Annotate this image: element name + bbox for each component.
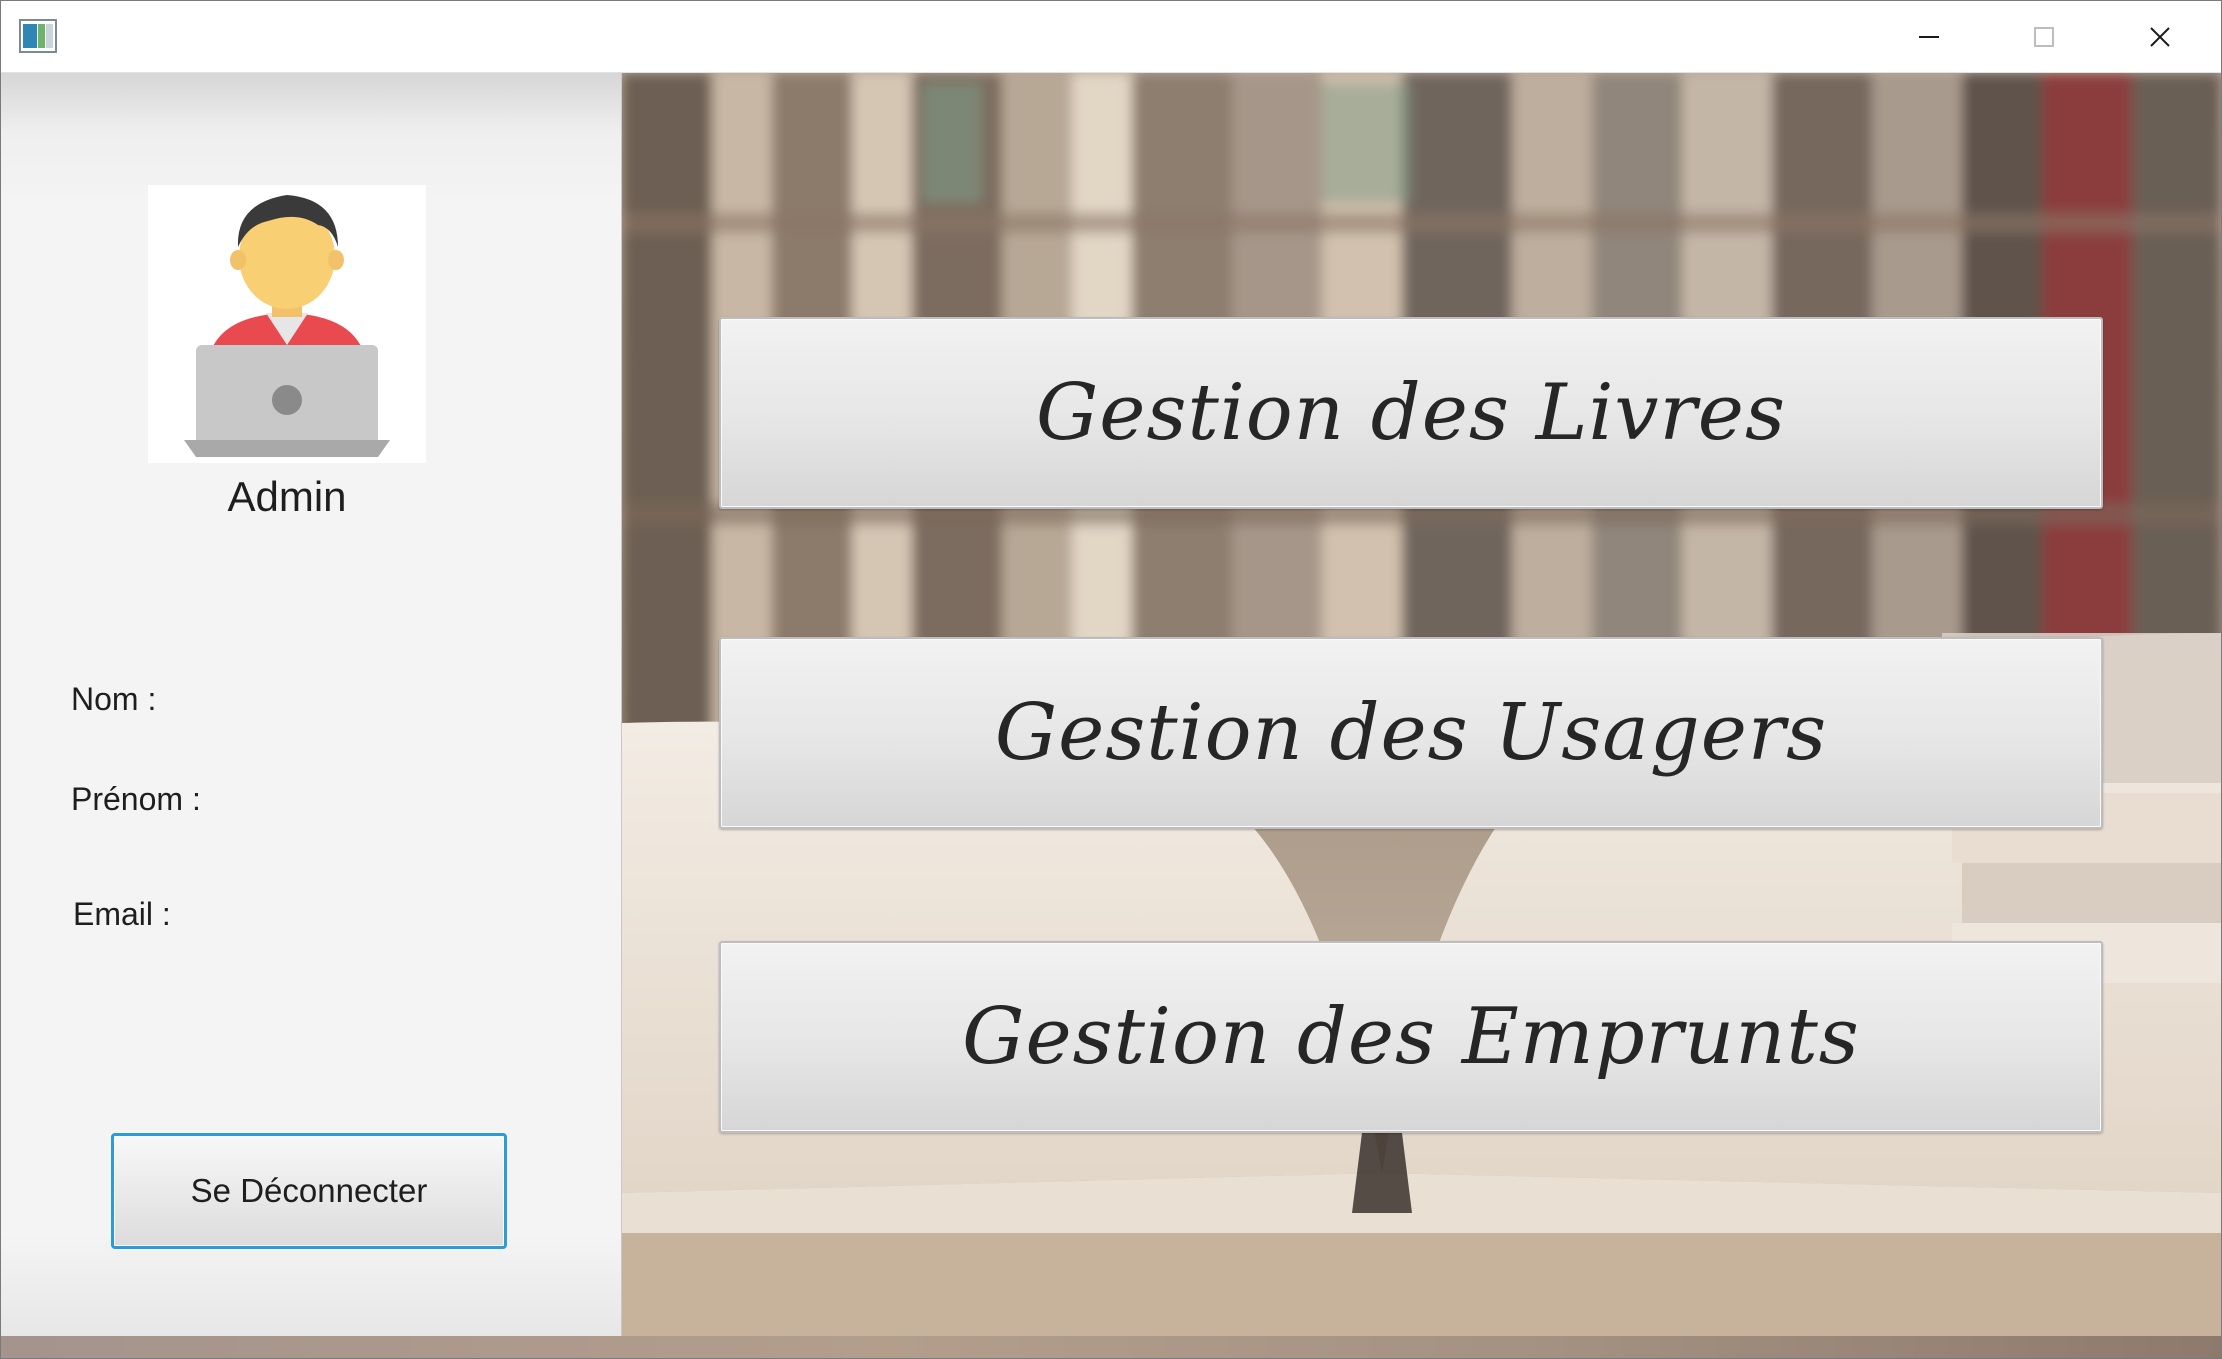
users-management-button[interactable]: Gestion des Usagers bbox=[719, 637, 2103, 829]
user-role-label: Admin bbox=[227, 473, 347, 520]
main-panel: Gestion des Livres Gestion des Usagers G… bbox=[622, 73, 2221, 1336]
prenom-label: Prénom : bbox=[71, 781, 201, 817]
minimize-button[interactable] bbox=[1874, 1, 1984, 72]
logout-button[interactable]: Se Déconnecter bbox=[111, 1133, 507, 1249]
window-bottom-edge bbox=[1, 1336, 2221, 1358]
admin-user-icon bbox=[184, 195, 390, 457]
app-icon bbox=[19, 19, 57, 53]
avatar bbox=[148, 185, 426, 463]
loans-management-button[interactable]: Gestion des Emprunts bbox=[719, 941, 2103, 1133]
email-label: Email : bbox=[73, 896, 171, 932]
minimize-icon bbox=[1919, 35, 1939, 38]
books-management-button[interactable]: Gestion des Livres bbox=[719, 317, 2103, 509]
close-button[interactable] bbox=[2105, 1, 2215, 72]
title-bar[interactable] bbox=[1, 1, 2221, 73]
app-window: Admin Nom : Prénom : Email : Se Déconnec… bbox=[0, 0, 2222, 1359]
close-icon bbox=[2150, 26, 2170, 47]
maximize-icon bbox=[2034, 26, 2054, 47]
nom-label: Nom : bbox=[71, 681, 157, 717]
maximize-button[interactable] bbox=[1989, 1, 2099, 72]
sidebar: Admin Nom : Prénom : Email : Se Déconnec… bbox=[1, 73, 622, 1336]
